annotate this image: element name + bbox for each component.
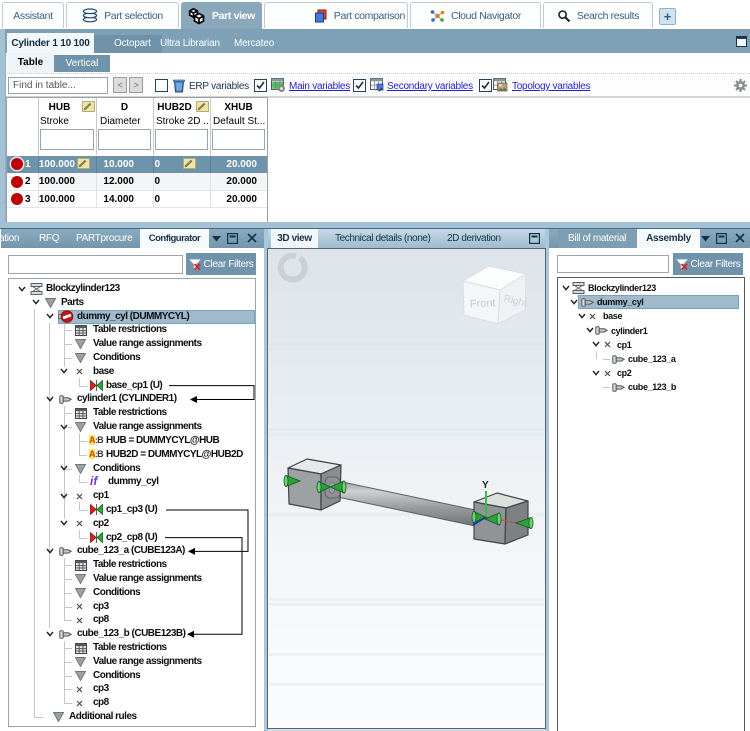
svg-text:Front: Front [470,297,496,310]
svg-text:Y: Y [482,480,489,491]
